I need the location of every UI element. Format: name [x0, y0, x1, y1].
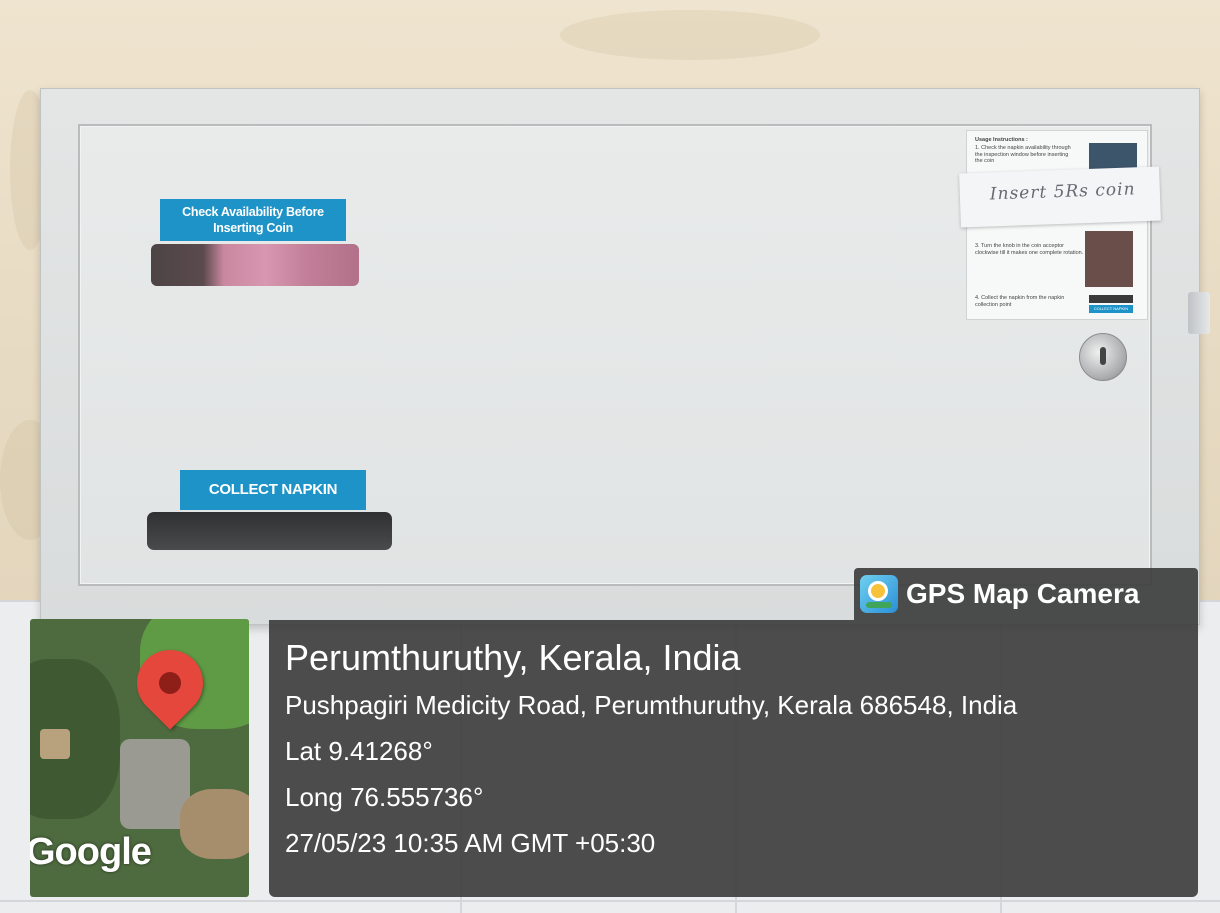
gps-badge-title: GPS Map Camera	[906, 578, 1140, 609]
tile-joint	[0, 900, 1220, 902]
collect-napkin-label: COLLECT NAPKIN	[180, 470, 366, 510]
map-ground	[180, 789, 249, 859]
lock-icon	[1079, 333, 1127, 381]
keyhole	[1100, 347, 1106, 365]
instruction-image	[1089, 143, 1137, 169]
inspection-window	[151, 244, 359, 286]
map-roof	[40, 729, 70, 759]
instruction-step-3: 3. Turn the knob in the coin acceptor cl…	[975, 243, 1084, 256]
handwritten-note-text: Insert 5Rs coin	[989, 179, 1136, 205]
wall-stain	[560, 10, 820, 60]
check-availability-label: Check Availability Before Inserting Coin	[160, 199, 346, 241]
instruction-image	[1085, 231, 1133, 287]
gps-icon-dot	[868, 581, 888, 601]
location-latitude: Lat 9.41268°	[285, 736, 433, 766]
instruction-tag: COLLECT NAPKIN	[1089, 305, 1133, 313]
gps-map-camera-badge: GPS Map Camera	[854, 568, 1198, 620]
map-pin-center	[154, 667, 186, 699]
capture-datetime: 27/05/23 10:35 AM GMT +05:30	[285, 828, 656, 858]
instruction-step-1: 1. Check the napkin availability through…	[975, 145, 1071, 164]
map-thumbnail: Google	[30, 619, 249, 897]
location-longitude: Long 76.555736°	[285, 782, 484, 812]
gps-icon-base	[866, 602, 892, 608]
instruction-step-4: 4. Collect the napkin from the napkin co…	[975, 295, 1065, 308]
location-city: Perumthuruthy, Kerala, India	[285, 637, 741, 678]
cabinet-handle	[1188, 292, 1210, 334]
napkin-collection-slot	[147, 512, 392, 550]
handwritten-sticky-note: Insert 5Rs coin	[959, 166, 1161, 228]
instructions-heading: Usage Instructions :	[975, 137, 1028, 143]
location-info-panel: Perumthuruthy, Kerala, India Pushpagiri …	[269, 620, 1198, 897]
gps-map-camera-icon	[860, 575, 898, 613]
location-address: Pushpagiri Medicity Road, Perumthuruthy,…	[285, 690, 1018, 720]
instruction-image	[1089, 295, 1133, 303]
photo-scene: Check Availability Before Inserting Coin…	[0, 0, 1220, 913]
map-brand-logo: Google	[30, 831, 152, 873]
